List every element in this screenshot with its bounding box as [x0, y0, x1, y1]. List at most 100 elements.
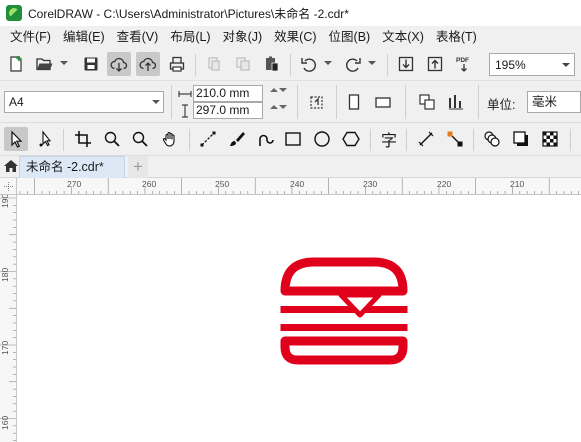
open-folder-icon[interactable] [32, 52, 56, 76]
page-width-row: 210.0 mm [177, 85, 291, 102]
ruler-label: 250 [215, 179, 230, 189]
freehand-tool-icon[interactable] [196, 127, 220, 151]
toolbar-separator [570, 129, 571, 151]
ruler-origin[interactable] [0, 178, 17, 195]
menu-view[interactable]: 查看(V) [111, 26, 165, 48]
save-icon[interactable] [79, 52, 103, 76]
text-tool-icon[interactable]: 字 [377, 127, 401, 151]
toolbar-separator [406, 129, 407, 151]
toolbar-separator [290, 54, 291, 76]
zoom-level-select[interactable]: 195% [489, 53, 575, 76]
ruler-label: 160 [0, 415, 10, 430]
zoom-level-value: 195% [495, 57, 526, 72]
page-height-stepper[interactable] [266, 102, 287, 119]
standard-toolbar: PDF 195% [0, 48, 581, 81]
print-icon[interactable] [165, 52, 189, 76]
menu-bar: 文件(F) 编辑(E) 查看(V) 布局(L) 对象(J) 效果(C) 位图(B… [0, 26, 581, 48]
menu-object[interactable]: 对象(J) [217, 26, 269, 48]
page-width-stepper[interactable] [266, 85, 287, 102]
redo-dropdown-icon[interactable] [368, 61, 376, 65]
toolbar-separator [405, 85, 406, 119]
zoom-tool-icon[interactable] [100, 127, 124, 151]
bezier-tool-icon[interactable] [253, 127, 277, 151]
toolbar-separator [171, 85, 172, 119]
zoom-out-tool-icon[interactable] [128, 127, 152, 151]
toolbar-separator [473, 129, 474, 151]
crop-tool-icon[interactable] [71, 127, 95, 151]
toolbox: 字 [0, 123, 581, 156]
units-select[interactable]: 毫米 [527, 91, 581, 113]
undo-icon[interactable] [297, 52, 321, 76]
pick-tool-icon[interactable] [4, 127, 28, 151]
menu-bitmaps[interactable]: 位图(B) [323, 26, 377, 48]
toolbar-separator [63, 129, 64, 151]
menu-table[interactable]: 表格(T) [430, 26, 483, 48]
new-document-icon[interactable] [4, 52, 28, 76]
width-icon [177, 86, 193, 102]
cloud-upload-icon[interactable] [136, 52, 160, 76]
ruler-label: 230 [363, 179, 378, 189]
transparency-tool-icon[interactable] [538, 127, 562, 151]
portrait-icon[interactable] [342, 90, 366, 114]
rectangle-tool-icon[interactable] [281, 127, 305, 151]
ellipse-tool-icon[interactable] [310, 127, 334, 151]
toolbar-separator [336, 85, 337, 119]
toolbar-separator [478, 85, 479, 119]
redo-icon[interactable] [341, 52, 365, 76]
export-icon[interactable] [423, 52, 447, 76]
page-size-select[interactable]: A4 [4, 91, 164, 113]
artistic-media-tool-icon[interactable] [224, 127, 248, 151]
polygon-tool-icon[interactable] [339, 127, 363, 151]
ruler-label: 210 [510, 179, 525, 189]
tab-document[interactable]: 未命名 -2.cdr* [19, 156, 125, 178]
page-size-value: A4 [9, 95, 24, 109]
page-height-field[interactable]: 297.0 mm [193, 102, 263, 119]
pdf-icon[interactable]: PDF [452, 52, 476, 76]
menu-text[interactable]: 文本(X) [376, 26, 430, 48]
paste-icon[interactable] [260, 52, 284, 76]
menu-layout[interactable]: 布局(L) [164, 26, 216, 48]
parallel-dimension-tool-icon[interactable] [414, 127, 438, 151]
drawing-canvas[interactable] [17, 195, 581, 442]
cut-icon [202, 52, 226, 76]
menu-file[interactable]: 文件(F) [0, 26, 57, 48]
toolbar-separator [195, 54, 196, 76]
drop-shadow-tool-icon[interactable] [509, 127, 533, 151]
bleed-icon[interactable] [444, 90, 468, 114]
coreldraw-logo-icon [6, 5, 22, 21]
hamburger-logo[interactable] [279, 257, 409, 365]
add-tab-button[interactable]: + [128, 156, 148, 178]
menu-effects[interactable]: 效果(C) [268, 26, 322, 48]
pan-tool-icon[interactable] [158, 127, 182, 151]
horizontal-ruler[interactable]: 270 260 250 240 230 220 210 [17, 178, 581, 195]
cloud-download-icon[interactable] [107, 52, 131, 76]
page-width-field[interactable]: 210.0 mm [193, 85, 263, 102]
shape-tool-icon[interactable] [34, 127, 58, 151]
vertical-ruler[interactable]: 190 180 170 160 [0, 195, 17, 442]
title-bar: CorelDRAW - C:\Users\Administrator\Pictu… [0, 0, 581, 26]
ruler-label: 260 [142, 179, 157, 189]
window-title: CorelDRAW - C:\Users\Administrator\Pictu… [28, 6, 349, 21]
document-tabs: 未命名 -2.cdr* + [0, 156, 581, 178]
copy-icon [231, 52, 255, 76]
height-icon [177, 103, 193, 119]
toolbar-separator [370, 129, 371, 151]
ruler-label: 170 [0, 340, 10, 355]
import-icon[interactable] [394, 52, 418, 76]
toolbar-separator [387, 54, 388, 76]
chevron-down-icon[interactable] [149, 92, 163, 112]
undo-dropdown-icon[interactable] [324, 61, 332, 65]
connector-tool-icon[interactable] [443, 127, 467, 151]
landscape-icon[interactable] [371, 90, 395, 114]
blend-tool-icon[interactable] [480, 127, 504, 151]
svg-text:PDF: PDF [456, 57, 469, 64]
page-height-row: 297.0 mm [177, 102, 291, 119]
menu-edit[interactable]: 编辑(E) [57, 26, 111, 48]
open-dropdown-icon[interactable] [60, 61, 68, 65]
apply-all-pages-icon[interactable] [415, 90, 439, 114]
ruler-label: 220 [437, 179, 452, 189]
home-icon[interactable] [3, 158, 19, 174]
ruler-label: 270 [67, 179, 82, 189]
all-pages-icon[interactable] [305, 90, 329, 114]
chevron-down-icon[interactable] [558, 54, 574, 75]
